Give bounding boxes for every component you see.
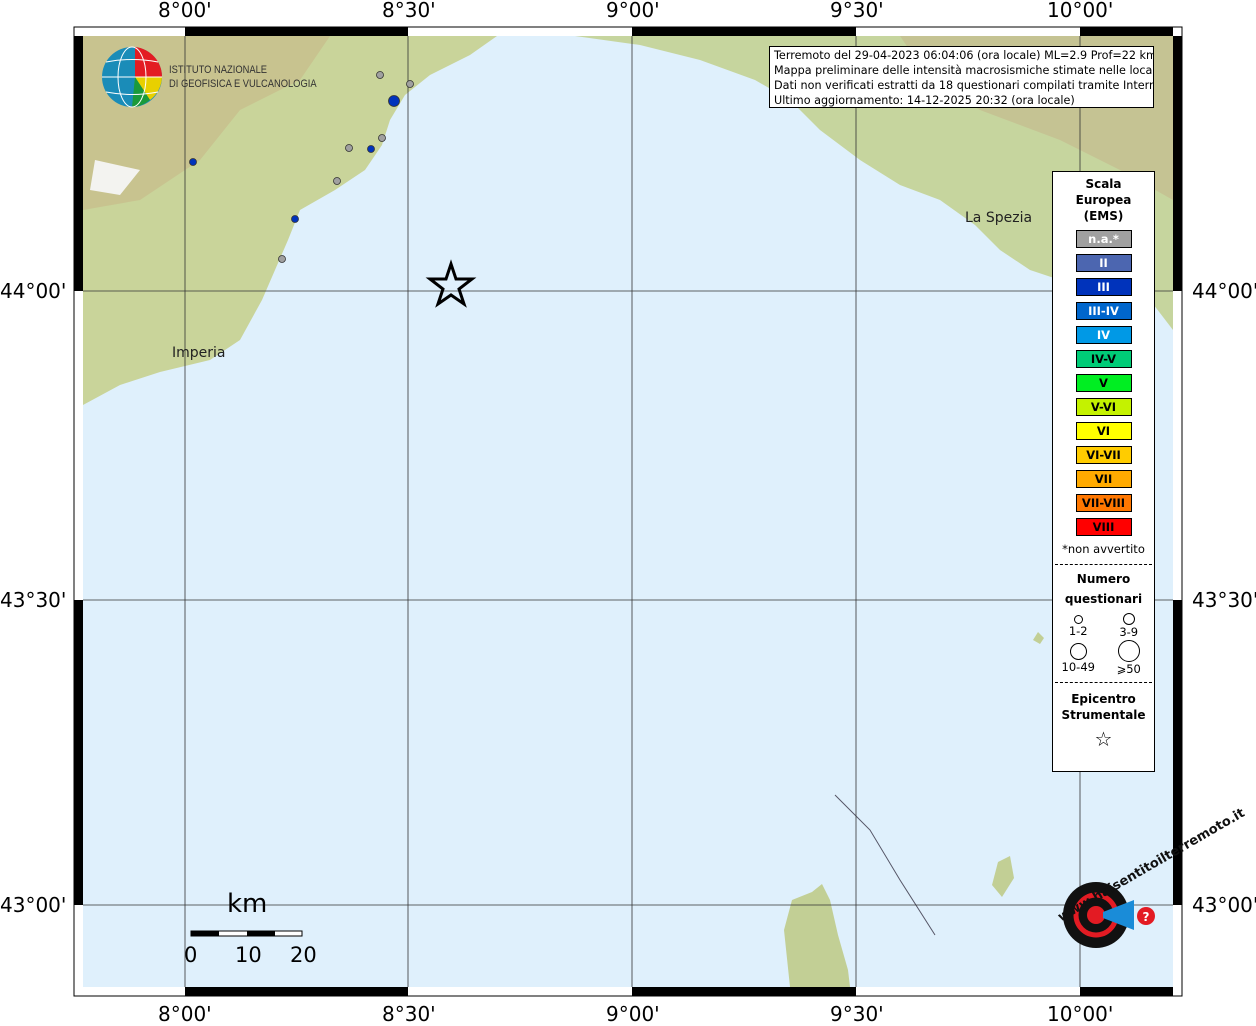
info-line: Ultimo aggiornamento: 14-12-2025 20:32 (… (774, 94, 1075, 107)
legend-class-swatch: IV (1075, 326, 1132, 344)
size-item: ⩾50 (1104, 639, 1155, 676)
lon-tick: 8°00' (158, 0, 212, 22)
epicenter-title: Epicentro (1071, 692, 1136, 706)
scale-unit: km (227, 889, 268, 919)
epicenter-star-icon: ☆ (1094, 727, 1113, 751)
count-title: questionari (1064, 592, 1143, 606)
ingv-line1: ISTITUTO NAZIONALE (169, 64, 268, 76)
legend-class-swatch: VIII (1075, 518, 1132, 536)
lon-tick: 9°00' (606, 0, 660, 22)
size-item: 1-2 (1053, 613, 1104, 639)
lon-tick: 8°30' (382, 1002, 436, 1026)
lon-tick: 10°00' (1047, 0, 1114, 22)
legend: Scala Europea (EMS) n.a.* II III III-IV IV IV… (1052, 171, 1155, 772)
event-info-box: Terremoto del 29-04-2023 06:04:06 (ora l… (769, 46, 1154, 108)
legend-class-swatch: III (1075, 278, 1132, 296)
size-label: 10-49 (1061, 660, 1095, 674)
legend-class-swatch: VI (1075, 422, 1132, 440)
ingv-line2: DI GEOFISICA E VULCANOLOGIA (169, 78, 317, 90)
legend-class-swatch: n.a.* (1075, 230, 1132, 248)
ingv-logo-globe (102, 46, 163, 108)
legend-class-swatch: VI-VII (1075, 446, 1132, 464)
lon-tick: 9°30' (830, 0, 884, 22)
legend-class-swatch: VII-VIII (1075, 494, 1132, 512)
legend-swatches: n.a.* II III III-IV IV IV-V V V-VI VI VI-VII VII VI… (1053, 230, 1154, 536)
lat-tick: 43°30' (0, 588, 67, 612)
scale-label: 20 (290, 943, 317, 967)
lon-tick: 9°30' (830, 1002, 884, 1026)
info-line: Terremoto del 29-04-2023 06:04:06 (ora l… (774, 49, 1154, 62)
size-item: 3-9 (1104, 613, 1155, 639)
legend-note: *non avvertito (1062, 542, 1145, 556)
legend-title: (EMS) (1083, 209, 1124, 223)
svg-text:?: ? (1143, 910, 1150, 924)
lon-tick: 10°00' (1047, 1002, 1114, 1026)
legend-class-swatch: II (1075, 254, 1132, 272)
lon-tick: 9°00' (606, 1002, 660, 1026)
info-line: Mappa preliminare delle intensità macros… (774, 64, 1154, 77)
lat-tick: 44°00' (0, 279, 67, 303)
lat-tick: 43°00' (1192, 893, 1256, 917)
scale-label: 0 (184, 943, 198, 967)
legend-title: Europea (1075, 193, 1132, 207)
lon-tick: 8°00' (158, 1002, 212, 1026)
size-item: 10-49 (1053, 639, 1104, 676)
size-label: 1-2 (1068, 624, 1088, 638)
legend-class-swatch: IV-V (1075, 350, 1132, 368)
size-label: 3-9 (1119, 625, 1139, 639)
scale-label: 10 (235, 943, 262, 967)
legend-class-swatch: V (1075, 374, 1132, 392)
legend-title: Scala (1085, 177, 1122, 191)
legend-class-swatch: V-VI (1075, 398, 1132, 416)
place-label-la-spezia: La Spezia (965, 210, 1033, 226)
place-label-imperia: Imperia (172, 345, 226, 361)
count-title: Numero (1076, 572, 1131, 586)
size-label: ⩾50 (1116, 662, 1141, 676)
info-line: Dati non verificati estratti da 18 quest… (774, 79, 1154, 92)
scale-bar (190, 930, 303, 937)
lon-tick: 8°30' (382, 0, 436, 22)
legend-class-swatch: III-IV (1075, 302, 1132, 320)
epicenter-title: Strumentale (1061, 708, 1146, 722)
lat-tick: 43°30' (1192, 588, 1256, 612)
legend-class-swatch: VII (1075, 470, 1132, 488)
lat-tick: 43°00' (0, 893, 67, 917)
lat-tick: 44°00' (1192, 279, 1256, 303)
ingv-logo-text: ISTITUTO NAZIONALE DI GEOFISICA E VULCAN… (169, 63, 317, 91)
